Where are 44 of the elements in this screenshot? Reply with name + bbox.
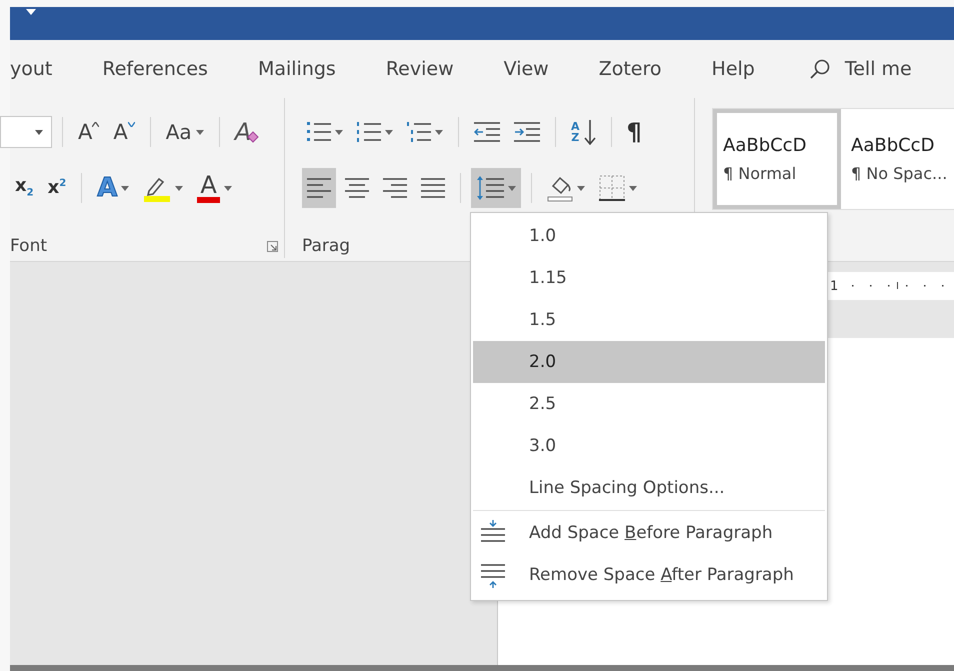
list-icon bbox=[307, 120, 331, 144]
customize-caret-icon[interactable] bbox=[26, 9, 36, 15]
paint-bucket-icon bbox=[547, 174, 573, 202]
align-left-icon bbox=[307, 177, 331, 199]
ribbon-tab[interactable]: Help bbox=[712, 58, 755, 80]
search-icon[interactable] bbox=[808, 58, 831, 80]
indent-icon bbox=[514, 121, 540, 143]
tell-me-field[interactable]: Tell me bbox=[844, 58, 912, 80]
sup-button[interactable]: x$^{2}$ bbox=[42, 168, 72, 208]
align-left-button[interactable] bbox=[302, 168, 336, 208]
line-spacing-button[interactable] bbox=[471, 168, 521, 208]
caret-icon bbox=[35, 130, 43, 134]
ribbon-tab[interactable]: View bbox=[504, 58, 549, 80]
dialog-launcher-icon[interactable] bbox=[267, 240, 278, 252]
case-button[interactable]: Aa bbox=[160, 112, 209, 152]
pilcrow-button[interactable]: ¶ bbox=[622, 112, 647, 152]
color-button[interactable]: A bbox=[192, 168, 237, 208]
sort-button[interactable]: A Z bbox=[566, 112, 601, 152]
sub-button[interactable]: x$_{2}$ bbox=[10, 168, 39, 208]
shrink-button[interactable]: A bbox=[108, 112, 140, 152]
down-arrow-icon bbox=[584, 119, 596, 145]
list-icon bbox=[357, 120, 381, 144]
sort-letters: A Z bbox=[571, 121, 580, 143]
down-chevron-icon bbox=[128, 122, 135, 127]
ribbon-tab[interactable]: Zotero bbox=[598, 58, 662, 80]
outdent-icon bbox=[474, 121, 500, 143]
justify-icon bbox=[421, 177, 445, 199]
list-icon bbox=[407, 120, 431, 144]
clear-button[interactable]: A bbox=[230, 112, 264, 152]
grow-button[interactable]: A bbox=[73, 112, 104, 152]
group-label: Font bbox=[10, 236, 48, 256]
align-right-icon bbox=[383, 177, 407, 199]
up-chevron-icon bbox=[92, 122, 100, 127]
ruler-number: 1 bbox=[830, 278, 838, 294]
ribbon-tab[interactable]: Mailings bbox=[258, 58, 336, 80]
style-card[interactable]: AaBbCcD ¶ Normal bbox=[713, 109, 841, 209]
ribbon-tab[interactable]: References bbox=[102, 58, 208, 80]
group-label: Parag bbox=[302, 236, 350, 256]
line-spacing-icon bbox=[476, 175, 504, 201]
align-center-icon bbox=[345, 177, 369, 199]
borders-icon bbox=[599, 175, 625, 201]
ribbon-tab[interactable]: Review bbox=[386, 58, 454, 80]
menu-item[interactable]: 2.0 bbox=[473, 341, 825, 383]
ribbon-tab[interactable]: yout bbox=[10, 58, 52, 80]
